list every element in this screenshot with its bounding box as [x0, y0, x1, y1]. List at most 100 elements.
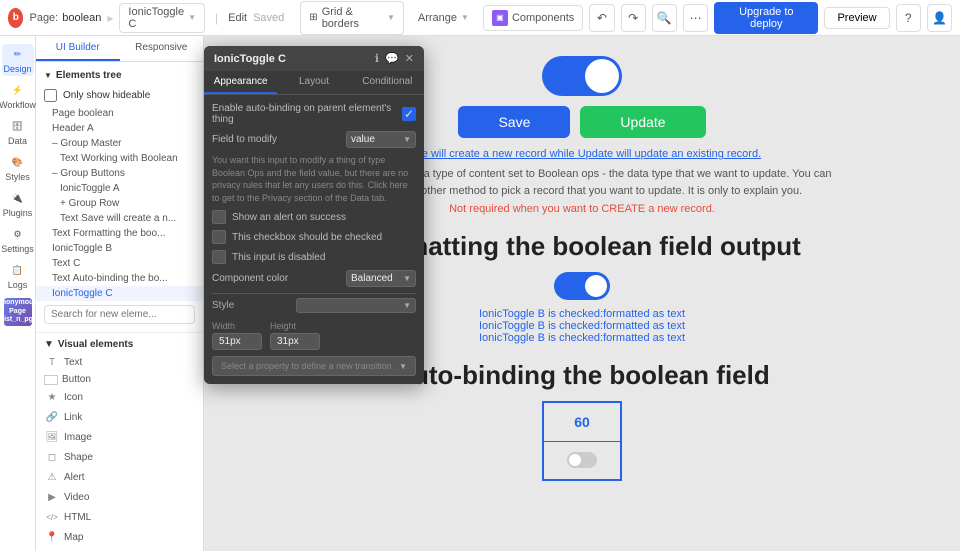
ve-html[interactable]: </> HTML	[36, 507, 203, 527]
element-text-save[interactable]: Text Save will create a n...	[36, 211, 203, 226]
shape-element-icon: ◻	[44, 449, 60, 465]
element-text-c[interactable]: Text C	[36, 256, 203, 271]
only-show-hideable-label: Only show hideable	[63, 90, 150, 101]
sidebar-item-data[interactable]: 🗄 Data	[2, 116, 34, 148]
ve-builtonbubble[interactable]: ● Built on Bubble	[36, 547, 203, 551]
ve-video[interactable]: ▶ Video	[36, 487, 203, 507]
width-label: Width	[212, 321, 262, 331]
props-tab-layout[interactable]: Layout	[277, 71, 350, 94]
sidebar-item-design[interactable]: ✏ Design	[2, 44, 34, 76]
ve-button[interactable]: Button	[36, 372, 203, 387]
input-disabled-checkbox[interactable]	[212, 250, 226, 264]
comment-icon[interactable]: 💬	[385, 52, 399, 65]
ve-shape[interactable]: ◻ Shape	[36, 447, 203, 467]
tab-responsive[interactable]: Responsive	[120, 36, 204, 61]
element-text-formatting[interactable]: Text Formatting the boo...	[36, 226, 203, 241]
redo-button[interactable]: ↷	[621, 4, 646, 32]
topbar-divider: |	[215, 11, 218, 25]
sidebar-item-settings[interactable]: ⚙ Settings	[2, 224, 34, 256]
checkbox-checked-row: This checkbox should be checked	[212, 230, 416, 244]
more-button[interactable]: ⋯	[683, 4, 708, 32]
video-element-icon: ▶	[44, 489, 60, 505]
element-ionictoggle-b[interactable]: IonicToggle B	[36, 241, 203, 256]
help-button[interactable]: ?	[896, 4, 921, 32]
component-color-dropdown[interactable]: Balanced ▼	[346, 270, 416, 287]
props-tab-conditional[interactable]: Conditional	[351, 71, 424, 94]
components-cube-icon: ▣	[492, 10, 508, 26]
mini-toggle[interactable]	[567, 452, 597, 468]
width-input[interactable]	[212, 333, 262, 350]
field-to-modify-dropdown[interactable]: value ▼	[346, 131, 416, 148]
styles-icon: 🎨	[10, 154, 26, 170]
ve-text[interactable]: T Text	[36, 352, 203, 372]
component-selector[interactable]: IonicToggle C ▼	[119, 3, 205, 33]
info-icon[interactable]: ℹ	[375, 52, 379, 65]
height-input[interactable]	[270, 333, 320, 350]
ve-alert[interactable]: ⚠ Alert	[36, 467, 203, 487]
style-chevron-icon: ▼	[403, 301, 411, 310]
components-button[interactable]: ▣ Components	[483, 5, 583, 31]
component-color-value: Balanced	[351, 273, 393, 284]
ve-link[interactable]: 🔗 Link	[36, 407, 203, 427]
big-toggle[interactable]	[542, 56, 622, 96]
auto-binding-checkbox[interactable]: ✓	[402, 107, 416, 121]
sidebar-item-styles[interactable]: 🎨 Styles	[2, 152, 34, 184]
ve-alert-label: Alert	[64, 472, 85, 483]
grid-borders-button[interactable]: ⊞ Grid & borders ▼	[300, 1, 404, 35]
element-page-boolean[interactable]: Page boolean	[36, 106, 203, 121]
element-ionictoggle-c[interactable]: IonicToggle C	[36, 286, 203, 301]
save-button[interactable]: Save	[458, 106, 570, 138]
checkbox-checked-checkbox[interactable]	[212, 230, 226, 244]
undo-button[interactable]: ↶	[589, 4, 614, 32]
close-icon[interactable]: ✕	[405, 52, 414, 65]
panel-body: ▼ Elements tree Only show hideable Page …	[36, 62, 203, 551]
edit-label[interactable]: Edit	[228, 12, 247, 24]
transition-selector[interactable]: Select a property to define a new transi…	[212, 356, 416, 376]
sidebar-item-plugins[interactable]: 🔌 Plugins	[2, 188, 34, 220]
ve-map-label: Map	[64, 532, 83, 543]
element-group-buttons[interactable]: – Group Buttons	[36, 166, 203, 181]
user-menu-button[interactable]: 👤	[927, 4, 952, 32]
sidebar-item-template[interactable]: anonymousPagelist_n_pg	[2, 296, 34, 328]
toggle-box-bottom	[544, 442, 620, 480]
style-section: Style ▼	[212, 293, 416, 315]
only-show-hideable-row[interactable]: Only show hideable	[36, 85, 203, 106]
only-show-hideable-checkbox[interactable]	[44, 89, 57, 102]
ve-icon[interactable]: ★ Icon	[36, 387, 203, 407]
preview-button[interactable]: Preview	[824, 7, 889, 29]
update-button[interactable]: Update	[580, 106, 705, 138]
element-group-master[interactable]: – Group Master	[36, 136, 203, 151]
big-toggle-knob	[585, 59, 619, 93]
box-value: 60	[574, 414, 590, 430]
ve-map[interactable]: 📍 Map	[36, 527, 203, 547]
element-text-working[interactable]: Text Working with Boolean	[36, 151, 203, 166]
button-element-icon	[44, 375, 58, 385]
alert-element-icon: ⚠	[44, 469, 60, 485]
element-text-autobind[interactable]: Text Auto-binding the bo...	[36, 271, 203, 286]
field-dropdown-chevron-icon: ▼	[403, 135, 411, 144]
element-ionictoggle-a[interactable]: IonicToggle A	[36, 181, 203, 196]
show-alert-checkbox[interactable]	[212, 210, 226, 224]
medium-toggle[interactable]	[554, 272, 610, 300]
components-label: Components	[512, 12, 574, 24]
main-layout: ✏ Design ⚡ Workflow 🗄 Data 🎨 Styles 🔌 Pl…	[0, 36, 960, 551]
search-button[interactable]: 🔍	[652, 4, 677, 32]
props-header-icons: ℹ 💬 ✕	[375, 52, 414, 65]
sidebar-item-logs[interactable]: 📋 Logs	[2, 260, 34, 292]
element-search-input[interactable]	[44, 305, 195, 324]
page-indicator: Page: boolean	[29, 12, 101, 24]
ve-image[interactable]: 🖼 Image	[36, 427, 203, 447]
page-name: boolean	[62, 12, 101, 24]
ve-shape-label: Shape	[64, 452, 93, 463]
arrange-button[interactable]: Arrange ▼	[410, 8, 477, 28]
tab-ui-builder[interactable]: UI Builder	[36, 36, 120, 61]
properties-panel: IonicToggle C ℹ 💬 ✕ Appearance Layout Co…	[204, 46, 424, 384]
element-header-a[interactable]: Header A	[36, 121, 203, 136]
element-group-row[interactable]: + Group Row	[36, 196, 203, 211]
style-dropdown[interactable]: ▼	[296, 298, 416, 313]
props-tab-appearance[interactable]: Appearance	[204, 71, 277, 94]
upgrade-button[interactable]: Upgrade to deploy	[714, 2, 818, 34]
grid-label: Grid & borders	[322, 6, 383, 30]
sidebar-item-workflow[interactable]: ⚡ Workflow	[2, 80, 34, 112]
mini-toggle-knob	[569, 454, 581, 466]
